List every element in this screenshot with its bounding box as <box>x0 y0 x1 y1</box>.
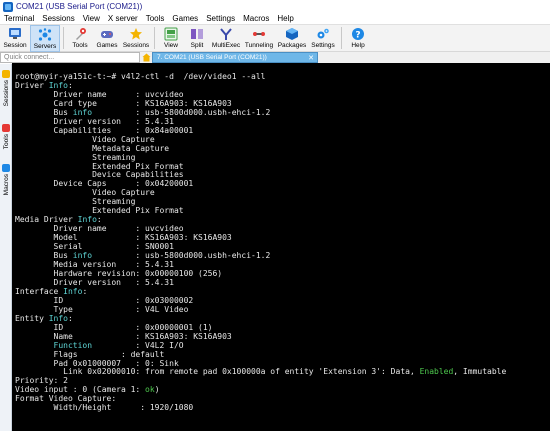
sessions-button[interactable]: Sessions <box>121 25 151 52</box>
menu-bar: Terminal Sessions View X server Tools Ga… <box>0 13 550 24</box>
terminal-line: Link 0x02000010: from remote pad 0x10000… <box>15 367 507 377</box>
view-button[interactable]: View <box>158 25 184 52</box>
menu-terminal[interactable]: Terminal <box>0 13 38 24</box>
multiexec-icon <box>218 26 234 41</box>
tools-icon <box>2 124 10 132</box>
sidebar: Sessions Tools Macros <box>0 64 12 431</box>
split-button[interactable]: Split <box>184 25 210 52</box>
terminal-output[interactable]: root@myir-ya151c-t:~# v4l2-ctl -d /dev/v… <box>12 63 550 431</box>
menu-macros[interactable]: Macros <box>239 13 273 24</box>
tools-icon <box>72 26 88 41</box>
terminal-line: Type : V4L Video <box>15 304 189 314</box>
multiexec-button[interactable]: MultiExec <box>210 25 242 52</box>
terminal-line: Driver version : 5.4.31 <box>15 277 174 287</box>
tab-com21[interactable]: 7. COM21 (USB Serial Port (COM21)) ✕ <box>152 52 318 63</box>
menu-tools[interactable]: Tools <box>142 13 169 24</box>
toolbar-separator <box>341 27 342 49</box>
sidebar-tab-sessions[interactable]: Sessions <box>0 70 12 106</box>
svg-text:?: ? <box>355 30 360 40</box>
macros-icon <box>2 164 10 172</box>
app-logo-icon <box>3 1 13 12</box>
gear-icon <box>315 26 331 41</box>
sidebar-tab-macros[interactable]: Macros <box>0 164 12 195</box>
menu-games[interactable]: Games <box>168 13 202 24</box>
session-button[interactable]: Session <box>0 25 30 52</box>
toolbar-separator <box>63 27 64 49</box>
session-tab-strip: 7. COM21 (USB Serial Port (COM21)) ✕ <box>140 52 550 63</box>
terminal-line: Width/Height : 1920/1080 <box>15 403 194 413</box>
sidebar-tab-tools[interactable]: Tools <box>0 124 12 149</box>
packages-icon <box>284 26 300 41</box>
games-button[interactable]: Games <box>93 25 121 52</box>
session-icon <box>7 26 23 41</box>
menu-help[interactable]: Help <box>273 13 297 24</box>
servers-icon <box>37 27 53 42</box>
servers-button[interactable]: Servers <box>30 25 60 52</box>
help-icon: ? <box>350 26 366 41</box>
window-title: COM21 (USB Serial Port (COM21)) <box>16 2 143 11</box>
packages-button[interactable]: Packages <box>276 25 308 52</box>
tools-button[interactable]: Tools <box>67 25 93 52</box>
split-icon <box>189 26 205 41</box>
menu-sessions[interactable]: Sessions <box>38 13 78 24</box>
close-icon[interactable]: ✕ <box>308 54 314 62</box>
title-bar: COM21 (USB Serial Port (COM21)) <box>0 0 550 13</box>
menu-x-server[interactable]: X server <box>104 13 142 24</box>
help-button[interactable]: ? Help <box>345 25 371 52</box>
star-icon <box>2 70 10 78</box>
star-icon <box>128 26 144 41</box>
games-icon <box>99 26 115 41</box>
home-tab[interactable] <box>140 52 152 63</box>
settings-button[interactable]: Settings <box>308 25 338 52</box>
quick-connect-input[interactable]: Quick connect... <box>0 52 140 63</box>
tunneling-icon <box>251 26 267 41</box>
toolbar: Session Servers Tools Games Sessions Vie… <box>0 24 550 52</box>
tab-label: 7. COM21 (USB Serial Port (COM21)) <box>157 54 267 61</box>
terminal-text: root@myir-ya151c-t:~# v4l2-ctl -d /dev/v… <box>15 72 507 413</box>
toolbar-separator <box>154 27 155 49</box>
tunneling-button[interactable]: Tunneling <box>242 25 276 52</box>
home-icon <box>142 53 150 62</box>
view-icon <box>163 26 179 41</box>
menu-view[interactable]: View <box>79 13 104 24</box>
terminal-line: root@myir-ya151c-t:~# v4l2-ctl -d /dev/v… <box>15 72 266 81</box>
menu-settings[interactable]: Settings <box>202 13 239 24</box>
